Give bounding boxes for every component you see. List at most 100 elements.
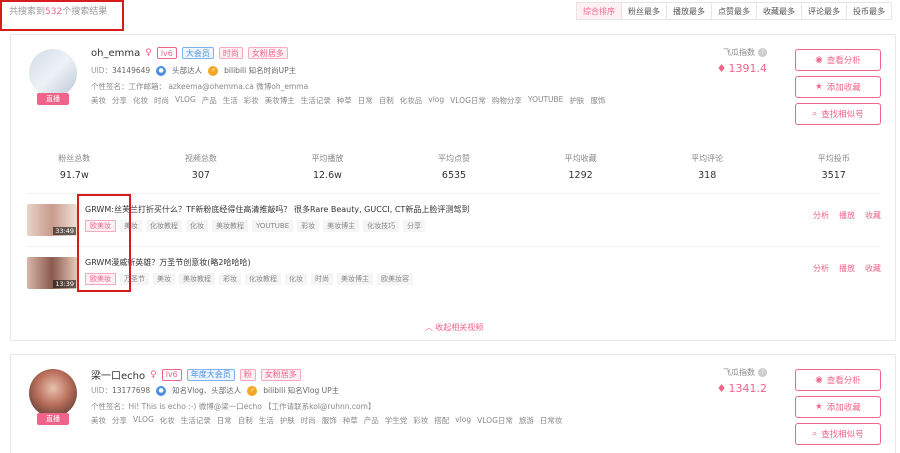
video-duration: 33:49 — [53, 227, 76, 235]
help-icon[interactable]: ? — [758, 48, 767, 57]
sort-tab-fans[interactable]: 粉丝最多 — [621, 2, 667, 20]
add-favorite-button[interactable]: ★ 添加收藏 — [795, 76, 881, 98]
audience-badge: 女粉居多 — [247, 47, 288, 59]
video-tag: YOUTUBE — [252, 220, 294, 232]
stat-value: 3517 — [821, 170, 846, 181]
view-analysis-label: 查看分析 — [826, 56, 861, 66]
video-tag: 美妆 — [153, 273, 175, 285]
help-icon[interactable]: ? — [758, 368, 767, 377]
signature: 个性签名：Hi! This is echo :-) 微博@梁一口echo 【工作… — [91, 402, 376, 411]
video-title[interactable]: GRWM:丝芙兰打折买什么？TF新粉底经得住高清推敲吗？ 很多Rare Beau… — [85, 204, 469, 215]
video-tag: 美妆博主 — [337, 273, 373, 285]
video-duration: 13:39 — [53, 280, 76, 288]
index-label-text: 飞瓜指数 — [723, 368, 755, 377]
results-header: 共搜索到532个搜索结果 综合排序 粉丝最多 播放最多 点赞最多 收藏最多 评论… — [0, 0, 900, 30]
video-analyze-link[interactable]: 分析 — [813, 210, 829, 221]
tag: 时尚 — [300, 416, 316, 425]
audience-badge: 女粉居多 — [260, 368, 301, 381]
video-play-link[interactable]: 播放 — [839, 210, 855, 221]
stats-row: 粉丝总数 91.7w 视频总数 307 平均播放 12.6w 平均点赞 6535 平均收… — [11, 153, 897, 181]
live-badge[interactable]: 直播 — [37, 413, 69, 425]
vip-badge: 年度大会员 — [186, 368, 235, 381]
view-analysis-button[interactable]: ◉ 查看分析 — [795, 369, 881, 391]
video-analyze-link[interactable]: 分析 — [813, 263, 829, 274]
live-badge[interactable]: 直播 — [37, 93, 69, 105]
stat-value: 91.7w — [59, 170, 89, 181]
sort-tab-comments[interactable]: 评论最多 — [801, 2, 847, 20]
tag: 美妆博主 — [264, 96, 295, 105]
video-tag: 美妆博主 — [323, 220, 360, 232]
uid-value: 13177698 — [111, 386, 151, 395]
index-label: 飞瓜指数 ? — [723, 47, 767, 58]
sort-tab-plays[interactable]: 播放最多 — [666, 2, 712, 20]
role-primary: 知名Vlog、头部达人 — [172, 386, 242, 395]
video-thumbnail[interactable]: 33:49 — [27, 204, 77, 236]
vip-badge: 大会员 — [181, 47, 214, 59]
video-row: 33:49 GRWM:丝芙兰打折买什么？TF新粉底经得住高清推敲吗？ 很多Rar… — [27, 204, 881, 248]
add-favorite-button[interactable]: ★ 添加收藏 — [795, 396, 881, 418]
star-icon: ★ — [815, 82, 823, 92]
stat-label: 平均投币 — [817, 154, 850, 163]
tag: 分享 — [112, 416, 127, 425]
collapse-videos-link[interactable]: ︿ 收起相关视频 — [11, 322, 897, 333]
tag: 生活 — [258, 416, 274, 425]
view-analysis-button[interactable]: ◉ 查看分析 — [795, 49, 881, 71]
video-tags: 欧美妆 万圣节 美妆 美妆教程 彩妆 化妆教程 化妆 时尚 美妆博主 欧美妆容 — [85, 273, 413, 285]
stat-value: 6535 — [441, 170, 467, 181]
video-tag: 美妆教程 — [179, 273, 215, 285]
tag: vlog — [455, 415, 472, 424]
creator-name[interactable]: oh_emma — [91, 48, 140, 59]
tag: VLOG — [175, 95, 196, 104]
tag: 化妆 — [133, 96, 148, 105]
chevron-up-icon: ︿ — [424, 323, 433, 332]
tag: 日常 — [216, 416, 232, 425]
flame-icon: ♦ — [716, 382, 727, 395]
signature: 个性签名：工作邮箱： azkeema@ohemma.ca 微博oh_emma — [91, 82, 309, 91]
uid-value: 34149649 — [111, 66, 151, 75]
stat-value: 318 — [698, 170, 717, 181]
avatar[interactable] — [29, 49, 77, 97]
find-similar-button[interactable]: ⌕ 查找相似号 — [795, 423, 881, 445]
video-tag: 化妆 — [285, 273, 307, 285]
sort-tabs: 综合排序 粉丝最多 播放最多 点赞最多 收藏最多 评论最多 投币最多 — [576, 2, 892, 20]
video-play-link[interactable]: 播放 — [839, 263, 855, 274]
video-favorite-link[interactable]: 收藏 — [865, 210, 881, 221]
tag: 服饰 — [590, 96, 606, 105]
tag: 搭配 — [434, 416, 450, 425]
avatar[interactable] — [29, 369, 77, 417]
video-tag: 彩妆 — [297, 220, 320, 232]
index-label: 飞瓜指数 ? — [723, 367, 767, 378]
tag: 生活记录 — [180, 416, 211, 425]
stat-value: 307 — [191, 170, 210, 181]
index-label-text: 飞瓜指数 — [723, 48, 755, 57]
video-favorite-link[interactable]: 收藏 — [865, 263, 881, 274]
category-badge: 时尚 — [218, 47, 243, 59]
highlight-box-video-tags — [77, 194, 131, 292]
uid-row: UID：13177698 ● 知名Vlog、头部达人 ⚡ bilibili 知名… — [91, 385, 339, 396]
sort-tab-favorites[interactable]: 收藏最多 — [756, 2, 802, 20]
video-tag: 欧美妆容 — [377, 273, 413, 285]
video-tag: 化妆 — [186, 220, 208, 232]
level-badge: lv6 — [156, 47, 177, 59]
tag: 护肤 — [569, 96, 585, 105]
sort-tab-coins[interactable]: 投币最多 — [846, 2, 892, 20]
sort-tab-comprehensive[interactable]: 综合排序 — [576, 2, 622, 20]
creator-name[interactable]: 梁一口echo — [91, 367, 145, 382]
lightning-icon: ⚡ — [208, 65, 219, 76]
stat-avg-likes: 平均点赞 6535 — [391, 153, 518, 181]
stat-avg-comments: 平均评论 318 — [644, 153, 771, 181]
uid-row: UID：34149649 ● 头部达人 ⚡ bilibili 知名时尚UP主 — [91, 65, 296, 76]
sort-tab-likes[interactable]: 点赞最多 — [711, 2, 757, 20]
stat-label: 粉丝总数 — [58, 154, 91, 163]
tag: 旅游 — [518, 416, 534, 425]
stat-value: 12.6w — [312, 170, 342, 181]
tag: 时尚 — [154, 96, 169, 105]
video-thumbnail[interactable]: 13:39 — [27, 257, 77, 289]
find-similar-label: 查找相似号 — [821, 110, 864, 120]
highlight-box-result-count — [0, 0, 124, 31]
tag: 美妆 — [91, 416, 106, 425]
add-favorite-label: 添加收藏 — [826, 403, 861, 413]
tag: YOUTUBE — [527, 95, 564, 104]
video-tags: 欧美妆 美妆 化妆教程 化妆 美妆教程 YOUTUBE 彩妆 美妆博主 化妆技巧… — [85, 220, 426, 232]
find-similar-button[interactable]: ⌕ 查找相似号 — [795, 103, 881, 125]
